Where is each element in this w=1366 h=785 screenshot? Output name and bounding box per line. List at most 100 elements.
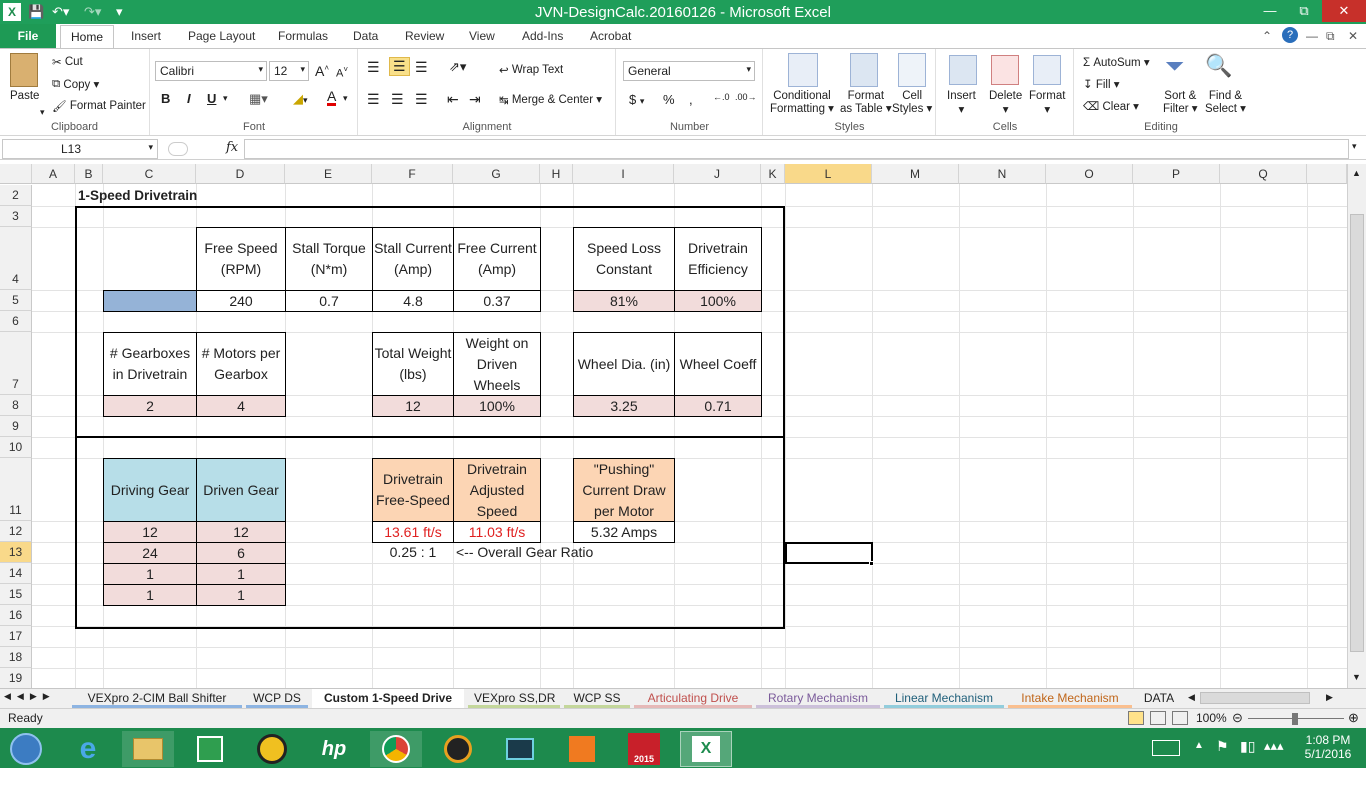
driving-gear-value[interactable]: 12 [103, 521, 197, 543]
tab-add-ins[interactable]: Add-Ins [522, 29, 563, 43]
workbook-restore-icon[interactable]: ⧉ [1326, 29, 1335, 44]
align-middle-icon[interactable]: ☰ [389, 57, 410, 76]
motor-select-cell[interactable] [103, 290, 197, 312]
format-painter-button[interactable]: 🖌 Format Painter [52, 99, 146, 113]
row-header[interactable]: 17 [0, 626, 32, 647]
tab-view[interactable]: View [469, 29, 495, 43]
weight-driven-header[interactable]: Weight on Driven Wheels [453, 332, 541, 396]
row-header[interactable]: 8 [0, 395, 32, 416]
free-current-value[interactable]: 0.37 [453, 290, 541, 312]
tab-page-layout[interactable]: Page Layout [188, 29, 255, 43]
keyboard-icon[interactable] [1152, 740, 1180, 756]
font-name-select[interactable]: Calibri ▾ [155, 61, 267, 81]
column-header[interactable] [1307, 164, 1347, 184]
row-header[interactable]: 4 [0, 227, 32, 290]
column-header[interactable]: D [196, 164, 285, 184]
page-layout-view-icon[interactable] [1150, 711, 1166, 725]
fx-icon[interactable]: fx [226, 140, 238, 155]
sheet-tab-active[interactable]: Custom 1-Speed Drive [312, 689, 464, 708]
font-color-icon[interactable]: A [327, 89, 337, 106]
conditional-formatting-button[interactable]: Conditional Formatting ▾ [770, 90, 834, 116]
solidworks-icon[interactable]: 2015 [618, 731, 670, 767]
scroll-up-icon[interactable]: ▲ [1352, 168, 1361, 178]
wrap-text-button[interactable]: ↩ Wrap Text [499, 63, 563, 77]
wheel-dia-header[interactable]: Wheel Dia. (in) [573, 332, 675, 396]
total-weight-value[interactable]: 12 [372, 395, 454, 417]
normal-view-icon[interactable] [1128, 711, 1144, 725]
sheet-tab[interactable]: WCP SS [564, 689, 630, 708]
row-header[interactable]: 18 [0, 647, 32, 668]
row-header[interactable]: 14 [0, 563, 32, 584]
grow-font-icon[interactable]: A˄ [315, 63, 329, 79]
motors-per-gearbox-header[interactable]: # Motors per Gearbox [196, 332, 286, 396]
battery-icon[interactable]: ▮▯ [1240, 738, 1255, 755]
name-box[interactable]: L13 ▾ [2, 139, 158, 159]
autosum-button[interactable]: Σ AutoSum ▾ [1083, 55, 1150, 69]
gearboxes-value[interactable]: 2 [103, 395, 197, 417]
stall-torque-value[interactable]: 0.7 [285, 290, 373, 312]
fill-handle[interactable] [869, 561, 874, 566]
paste-dropdown-icon[interactable]: ▾ [40, 107, 45, 118]
worksheet-grid[interactable]: A B C D E F G H I J K L M N O P Q 2 3 4 … [0, 164, 1347, 688]
row-header[interactable]: 11 [0, 458, 32, 521]
sheet-nav-icon[interactable]: ◀◀▶▶ [4, 691, 56, 702]
adjusted-speed-value[interactable]: 11.03 ft/s [453, 521, 541, 543]
delete-button[interactable]: Delete ▾ [989, 90, 1022, 116]
free-current-header[interactable]: Free Current (Amp) [453, 227, 541, 291]
row-header[interactable]: 19 [0, 668, 32, 688]
sheet-tab[interactable]: Articulating Drive [634, 689, 752, 708]
zoom-out-icon[interactable]: ⊝ [1232, 710, 1243, 726]
cell-styles-button[interactable]: Cell Styles ▾ [892, 90, 932, 116]
column-header[interactable]: F [372, 164, 453, 184]
sheet-tab[interactable]: Intake Mechanism [1008, 689, 1132, 708]
decrease-decimal-icon[interactable]: .00→ [735, 92, 757, 102]
wheel-coeff-value[interactable]: 0.71 [674, 395, 762, 417]
scroll-thumb[interactable] [1350, 214, 1364, 652]
pushing-current-header[interactable]: "Pushing" Current Draw per Motor [573, 458, 675, 522]
presentation-app-icon[interactable] [556, 731, 608, 767]
column-header[interactable]: J [674, 164, 761, 184]
align-left-icon[interactable]: ☰ [367, 91, 380, 108]
find-select-button[interactable]: Find & Select ▾ [1205, 90, 1246, 116]
driving-gear-value[interactable]: 1 [103, 584, 197, 606]
row-header[interactable]: 9 [0, 416, 32, 437]
fill-color-icon[interactable]: ◢▾ [293, 91, 308, 107]
cut-button[interactable]: ✂ Cut [52, 55, 83, 69]
vertical-scrollbar[interactable]: ▲ ▼ [1347, 164, 1366, 688]
action-center-icon[interactable]: ⚑ [1216, 738, 1229, 755]
sheet-tab[interactable]: VEXpro 2-CIM Ball Shifter [72, 689, 242, 708]
horizontal-scroll-thumb[interactable] [1200, 692, 1310, 704]
page-break-view-icon[interactable] [1172, 711, 1188, 725]
hp-icon[interactable]: hp [308, 731, 360, 767]
gear-ratio-note[interactable]: <-- Overall Gear Ratio [456, 542, 636, 563]
driven-gear-value[interactable]: 6 [196, 542, 286, 564]
free-speed-out-value[interactable]: 13.61 ft/s [372, 521, 454, 543]
align-right-icon[interactable]: ☰ [415, 91, 428, 108]
free-speed-out-header[interactable]: Drivetrain Free-Speed [372, 458, 454, 522]
sheet-tab[interactable]: WCP DS [246, 689, 308, 708]
row-header[interactable]: 15 [0, 584, 32, 605]
comma-icon[interactable]: , [689, 92, 693, 107]
zoom-level[interactable]: 100% [1196, 711, 1227, 725]
sheet-tab[interactable]: DATA [1136, 689, 1182, 708]
start-button[interactable] [0, 731, 52, 767]
driving-gear-header[interactable]: Driving Gear [103, 458, 197, 522]
column-header-selected[interactable]: L [785, 164, 872, 184]
store-icon[interactable] [184, 731, 236, 767]
driving-gear-value[interactable]: 24 [103, 542, 197, 564]
hscroll-right-icon[interactable]: ▶ [1326, 692, 1333, 703]
italic-icon[interactable]: I [187, 91, 191, 106]
pushing-current-value[interactable]: 5.32 Amps [573, 521, 675, 543]
free-speed-header[interactable]: Free Speed (RPM) [196, 227, 286, 291]
gearboxes-header[interactable]: # Gearboxes in Drivetrain [103, 332, 197, 396]
wifi-icon[interactable]: ▴▴▴ [1264, 738, 1284, 754]
workbook-minimize-icon[interactable]: — [1306, 29, 1318, 43]
row-header[interactable]: 10 [0, 437, 32, 458]
expand-formula-bar-icon[interactable]: ▾ [1352, 141, 1357, 152]
excel-taskbar-icon[interactable]: X [680, 731, 732, 767]
file-explorer-icon[interactable] [122, 731, 174, 767]
row-header-selected[interactable]: 13 [0, 542, 32, 563]
column-header[interactable]: C [103, 164, 196, 184]
align-top-icon[interactable]: ☰ [367, 59, 380, 76]
sort-filter-button[interactable]: Sort & Filter ▾ [1163, 90, 1198, 116]
